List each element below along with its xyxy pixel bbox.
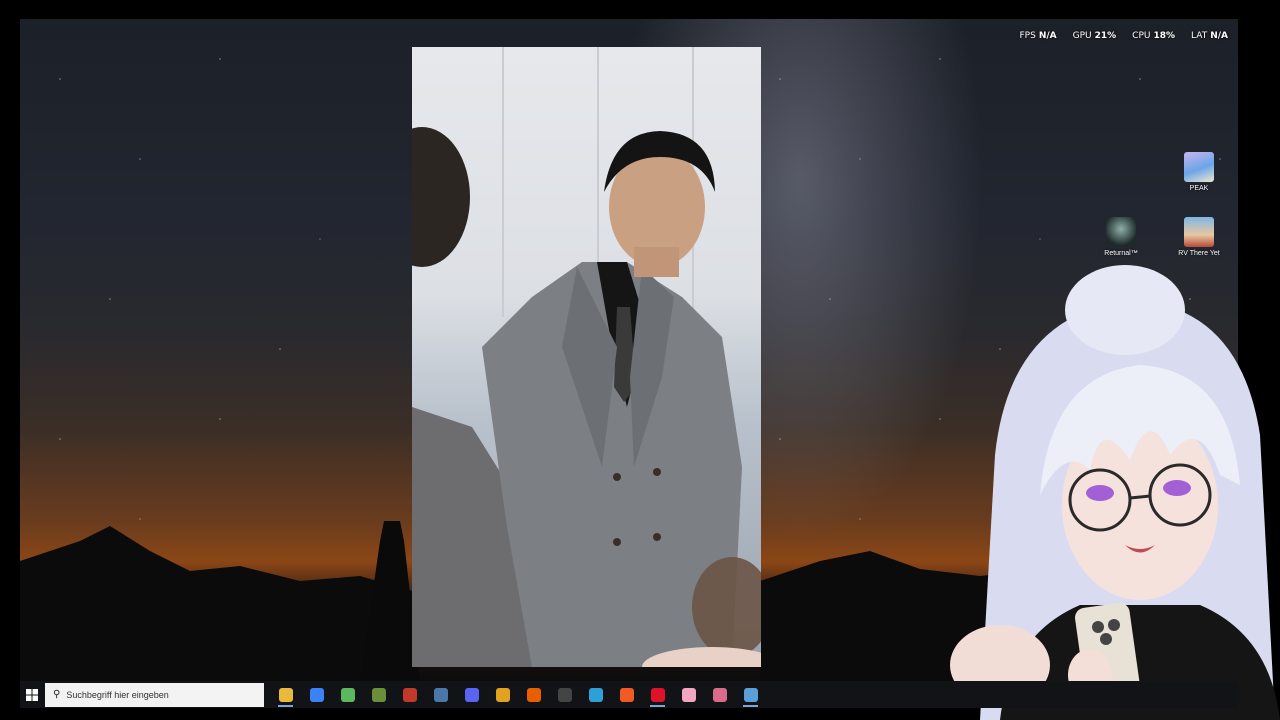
pink-app-icon (681, 687, 696, 702)
chrome-icon (495, 687, 510, 702)
taskbar-app-button[interactable] (487, 681, 518, 708)
gpu-stat: GPU 21% (1072, 31, 1117, 41)
taskbar-app-button[interactable] (425, 681, 456, 708)
android-app-icon (340, 687, 355, 702)
obs-icon (557, 687, 572, 702)
returnal-game-icon (1106, 217, 1136, 247)
taskbar-app-button[interactable] (735, 681, 766, 708)
steam-icon (433, 687, 448, 702)
taskbar-app-button[interactable] (673, 681, 704, 708)
taskbar-app-button[interactable] (518, 681, 549, 708)
taskbar-app-button[interactable] (611, 681, 642, 708)
taskbar-app-button[interactable] (332, 681, 363, 708)
vtuber-avatar (950, 265, 1280, 720)
taskbar-app-button[interactable] (549, 681, 580, 708)
fps-stat: FPS N/A (1019, 31, 1057, 41)
discord-icon (464, 687, 479, 702)
rv-there-yet-game-icon (1184, 217, 1214, 247)
brave-icon (619, 687, 634, 702)
store-icon (309, 687, 324, 702)
opera-icon (650, 687, 665, 702)
search-icon: ⚲ (53, 689, 61, 700)
taskbar-app-button[interactable] (456, 681, 487, 708)
taskbar-app-button[interactable] (301, 681, 332, 708)
media-app-icon (402, 687, 417, 702)
steam-alt-icon (743, 687, 758, 702)
taskbar-app-button[interactable] (270, 681, 301, 708)
minecraft-icon (371, 687, 386, 702)
cpu-stat: CPU 18% (1132, 31, 1176, 41)
windows-logo-icon (26, 688, 38, 701)
performance-overlay: FPS N/A GPU 21% CPU 18% LAT N/A (1019, 31, 1228, 41)
wizard-app-icon (588, 687, 603, 702)
desktop-shortcut-peak[interactable]: PEAK (1169, 152, 1229, 192)
photo-viewer[interactable] (412, 47, 761, 667)
taskbar-app-button[interactable] (704, 681, 735, 708)
search-placeholder: Suchbegriff hier eingeben (66, 689, 169, 700)
taskbar: ⚲ Suchbegriff hier eingeben (20, 681, 1238, 708)
desktop-shortcut-rv-there-yet[interactable]: RV There Yet (1169, 217, 1229, 257)
start-button[interactable] (20, 681, 44, 708)
desktop-shortcut-label: PEAK (1189, 185, 1209, 192)
file-explorer-icon (278, 687, 293, 702)
taskbar-app-button[interactable] (363, 681, 394, 708)
taskbar-app-button[interactable] (580, 681, 611, 708)
search-input[interactable]: ⚲ Suchbegriff hier eingeben (45, 682, 264, 707)
latency-stat: LAT N/A (1191, 31, 1228, 41)
desktop-shortcut-returnal[interactable]: Returnal™ (1091, 217, 1151, 257)
taskbar-app-list (270, 681, 766, 708)
peak-game-icon (1184, 152, 1214, 182)
controller-app-icon (712, 687, 727, 702)
firefox-icon (526, 687, 541, 702)
taskbar-app-button[interactable] (394, 681, 425, 708)
taskbar-app-button[interactable] (642, 681, 673, 708)
photo-content (412, 127, 761, 667)
